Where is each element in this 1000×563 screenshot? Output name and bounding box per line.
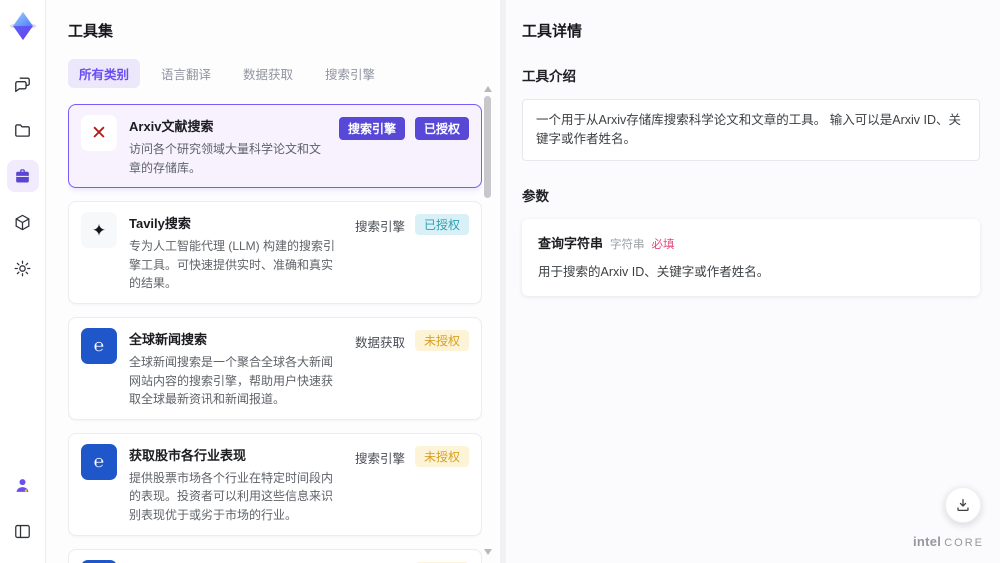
- tool-category-badge: 搜索引擎: [354, 220, 405, 235]
- tool-category-badge: 数据获取: [354, 335, 405, 350]
- nav-folder-icon[interactable]: [7, 114, 39, 146]
- list-scrollbar[interactable]: [483, 86, 492, 555]
- tool-status-badge: 未授权: [414, 445, 469, 467]
- tool-card[interactable]: ℮ 全球新闻搜索 全球新闻搜索是一个聚合全球各大新闻网站内容的搜索引擎，帮助用户…: [68, 316, 482, 420]
- tool-card-body: Tavily搜索 专为人工智能代理 (LLM) 构建的搜索引擎工具。可快速提供实…: [129, 212, 343, 293]
- arxiv-icon: ✕: [81, 115, 117, 151]
- intel-core-logo: intel CORE: [913, 534, 984, 549]
- tool-list-panel: 工具集 所有类别 语言翻译 数据获取 搜索引擎 ✕ Arxiv文献搜索 访问各个…: [46, 0, 500, 563]
- tool-meta: 搜索引擎 已授权: [355, 214, 469, 293]
- page-title: 工具集: [68, 23, 114, 40]
- tool-category-badge: 搜索引擎: [354, 451, 405, 466]
- tool-name: Tavily搜索: [129, 216, 191, 232]
- parameter-name: 查询字符串: [538, 235, 604, 251]
- app-icon: ℮: [81, 443, 117, 480]
- nav-gear-icon[interactable]: [7, 252, 39, 284]
- app-window: 工具集 所有类别 语言翻译 数据获取 搜索引擎 ✕ Arxiv文献搜索 访问各个…: [0, 0, 1000, 563]
- tool-description: 全球新闻搜索是一个聚合全球各大新闻网站内容的搜索引擎，帮助用户快速获取全球最新资…: [129, 354, 334, 407]
- download-button[interactable]: [945, 487, 981, 523]
- download-icon: [957, 499, 969, 511]
- nav-briefcase-icon[interactable]: [6, 160, 39, 192]
- tool-description: 专为人工智能代理 (LLM) 构建的搜索引擎工具。可快速提供实时、准确和真实的结…: [129, 239, 336, 291]
- tool-description: 提供股票市场各个行业在特定时间段内的表现。投资者可以利用这些信息来识别表现优于或…: [129, 470, 334, 522]
- left-rail: [0, 0, 46, 563]
- tool-card[interactable]: ✕ Arxiv文献搜索 访问各个研究领域大量科学论文和文章的存储库。 搜索引擎 …: [68, 104, 482, 189]
- core-wordmark: CORE: [944, 537, 984, 549]
- scroll-down-arrow-icon[interactable]: [484, 549, 492, 555]
- parameter-card: 查询字符串 字符串 必填 用于搜索的Arxiv ID、关键字或作者姓名。: [522, 218, 980, 296]
- intel-wordmark: intel: [912, 534, 942, 549]
- tool-status-badge: 已授权: [414, 214, 469, 236]
- tool-name: Arxiv文献搜索: [129, 119, 214, 134]
- params-section-title: 参数: [522, 188, 549, 204]
- category-tab-2[interactable]: 数据获取: [232, 59, 304, 88]
- tool-detail-panel: 工具详情 工具介绍 一个用于从Arxiv存储库搜索科学论文和文章的工具。 输入可…: [506, 0, 1000, 563]
- app-icon: ℮: [81, 327, 117, 364]
- tool-card-body: 获取市场最活跃股票信息 提供当天交易量最高的股票列表。投资者可以利用这些信息来识…: [129, 560, 343, 563]
- parameter-header: 查询字符串 字符串 必填: [538, 233, 964, 252]
- tool-meta: 数据获取 未授权: [354, 329, 469, 409]
- tool-card[interactable]: ✦ Tavily搜索 专为人工智能代理 (LLM) 构建的搜索引擎工具。可快速提…: [68, 201, 482, 304]
- app-logo-icon: [5, 8, 41, 44]
- user-avatar-icon[interactable]: [7, 469, 39, 501]
- tool-status-badge: 已授权: [414, 117, 469, 140]
- category-tab-1[interactable]: 语言翻译: [150, 59, 222, 88]
- tool-card[interactable]: ℮ 获取市场最活跃股票信息 提供当天交易量最高的股票列表。投资者可以利用这些信息…: [68, 548, 482, 563]
- tool-meta: 搜索引擎 已授权: [338, 117, 469, 177]
- tool-card[interactable]: ℮ 获取股市各行业表现 提供股票市场各个行业在特定时间段内的表现。投资者可以利用…: [68, 432, 482, 536]
- scrollbar-thumb[interactable]: [484, 96, 491, 198]
- parameter-required-badge: 必填: [651, 238, 675, 251]
- tool-status-badge: 未授权: [414, 329, 469, 351]
- nav-cube-icon[interactable]: [7, 206, 39, 238]
- tool-card-body: Arxiv文献搜索 访问各个研究领域大量科学论文和文章的存储库。: [129, 115, 327, 177]
- app-icon: ℮: [81, 559, 117, 563]
- tool-list: ✕ Arxiv文献搜索 访问各个研究领域大量科学论文和文章的存储库。 搜索引擎 …: [68, 104, 482, 563]
- category-tab-3[interactable]: 搜索引擎: [314, 59, 386, 88]
- tool-category-badge: 搜索引擎: [338, 117, 405, 140]
- tavily-icon: ✦: [81, 212, 117, 249]
- toggle-panel-icon[interactable]: [7, 515, 39, 547]
- detail-title: 工具详情: [522, 23, 583, 40]
- tool-card-body: 全球新闻搜索 全球新闻搜索是一个聚合全球各大新闻网站内容的搜索引擎，帮助用户快速…: [129, 328, 343, 409]
- category-tab-0[interactable]: 所有类别: [68, 59, 141, 88]
- tool-card-body: 获取股市各行业表现 提供股票市场各个行业在特定时间段内的表现。投资者可以利用这些…: [129, 444, 343, 525]
- tool-name: 全球新闻搜索: [129, 331, 208, 347]
- nav-chat-icon[interactable]: [7, 68, 39, 100]
- tool-name: 获取股市各行业表现: [129, 447, 247, 463]
- category-tabs: 所有类别 语言翻译 数据获取 搜索引擎: [68, 59, 500, 88]
- parameter-description: 用于搜索的Arxiv ID、关键字或作者姓名。: [538, 264, 770, 279]
- parameter-type: 字符串: [610, 238, 645, 251]
- intro-section-title: 工具介绍: [522, 69, 576, 84]
- tool-intro-text: 一个用于从Arxiv存储库搜索科学论文和文章的工具。 输入可以是Arxiv ID…: [522, 99, 980, 161]
- scroll-up-arrow-icon[interactable]: [484, 86, 492, 92]
- tool-description: 访问各个研究领域大量科学论文和文章的存储库。: [129, 142, 322, 175]
- tool-meta: 搜索引擎 未授权: [354, 445, 469, 525]
